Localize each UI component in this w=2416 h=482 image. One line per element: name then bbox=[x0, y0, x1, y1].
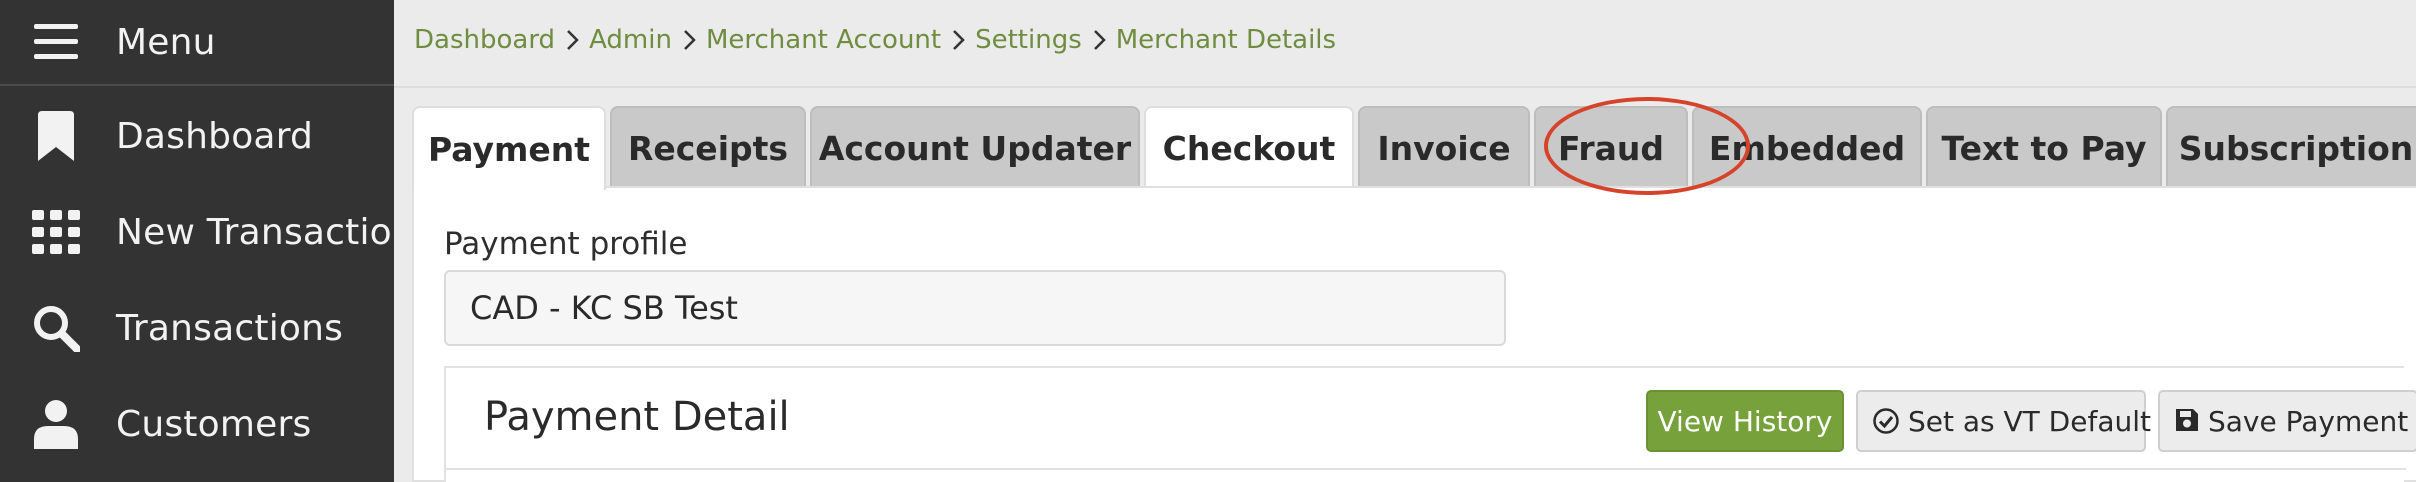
floppy-disk-icon bbox=[2174, 407, 2200, 435]
tab-checkout[interactable]: Checkout bbox=[1144, 106, 1354, 188]
view-history-label: View History bbox=[1657, 404, 1833, 438]
payment-profile-select[interactable]: CAD - KC SB Test bbox=[444, 270, 1506, 346]
breadcrumb-admin[interactable]: Admin bbox=[589, 25, 672, 55]
breadcrumb-settings[interactable]: Settings bbox=[975, 25, 1082, 55]
header-divider bbox=[394, 86, 2416, 88]
breadcrumb-merchant-details[interactable]: Merchant Details bbox=[1116, 25, 1336, 55]
sidebar-item-label: Transactions bbox=[116, 307, 344, 349]
grid-icon bbox=[30, 206, 82, 258]
set-vt-default-button[interactable]: Set as VT Default bbox=[1856, 390, 2151, 452]
tab-subscription[interactable]: Subscription bbox=[2166, 106, 2416, 188]
check-circle-icon bbox=[1872, 407, 1900, 435]
tab-text-to-pay[interactable]: Text to Pay bbox=[1926, 106, 2162, 188]
save-payment-profile-button[interactable]: Save Payment P bbox=[2158, 390, 2416, 452]
payment-profile-label: Payment profile bbox=[444, 226, 688, 262]
sidebar: Menu Dashboard New Transaction Transacti… bbox=[0, 0, 415, 482]
menu-toggle[interactable]: Menu bbox=[0, 0, 394, 86]
breadcrumb: Dashboard Admin Merchant Account Setting… bbox=[414, 18, 1336, 62]
hamburger-menu-icon bbox=[30, 16, 82, 68]
tab-embedded[interactable]: Embedded bbox=[1692, 106, 1922, 188]
bookmark-icon bbox=[30, 110, 82, 162]
payment-profile-value: CAD - KC SB Test bbox=[470, 289, 738, 327]
detail-divider bbox=[446, 468, 2406, 470]
chevron-right-icon bbox=[676, 28, 702, 52]
sidebar-item-transactions[interactable]: Transactions bbox=[0, 280, 394, 376]
sidebar-item-label: Dashboard bbox=[116, 115, 314, 157]
view-history-button[interactable]: View History bbox=[1646, 390, 1844, 452]
chevron-right-icon bbox=[945, 28, 971, 52]
tab-account-updater[interactable]: Account Updater bbox=[810, 106, 1140, 188]
search-icon bbox=[30, 302, 82, 354]
sidebar-item-dashboard[interactable]: Dashboard bbox=[0, 88, 394, 184]
tab-fraud[interactable]: Fraud bbox=[1534, 106, 1688, 188]
menu-label: Menu bbox=[116, 21, 216, 63]
breadcrumb-merchant-account[interactable]: Merchant Account bbox=[706, 25, 941, 55]
sidebar-item-new-transaction[interactable]: New Transaction bbox=[0, 184, 415, 280]
sidebar-item-customers[interactable]: Customers bbox=[0, 376, 394, 472]
chevron-right-icon bbox=[559, 28, 585, 52]
chevron-right-icon bbox=[1086, 28, 1112, 52]
sidebar-item-label: Customers bbox=[116, 403, 312, 445]
tab-invoice[interactable]: Invoice bbox=[1358, 106, 1530, 188]
tab-receipts[interactable]: Receipts bbox=[610, 106, 806, 188]
payment-settings-panel: Payment profile CAD - KC SB Test Payment… bbox=[412, 186, 2416, 482]
tab-payment[interactable]: Payment bbox=[412, 106, 606, 190]
breadcrumb-dashboard[interactable]: Dashboard bbox=[414, 25, 555, 55]
user-icon bbox=[30, 398, 82, 450]
main-content: Dashboard Admin Merchant Account Setting… bbox=[394, 0, 2416, 482]
sidebar-item-label: New Transaction bbox=[116, 211, 415, 253]
save-payment-profile-label: Save Payment P bbox=[2208, 404, 2416, 438]
payment-detail-title: Payment Detail bbox=[484, 394, 790, 440]
payment-detail-section: Payment Detail View History Set as VT De… bbox=[444, 366, 2416, 482]
set-vt-default-label: Set as VT Default bbox=[1908, 404, 2151, 438]
